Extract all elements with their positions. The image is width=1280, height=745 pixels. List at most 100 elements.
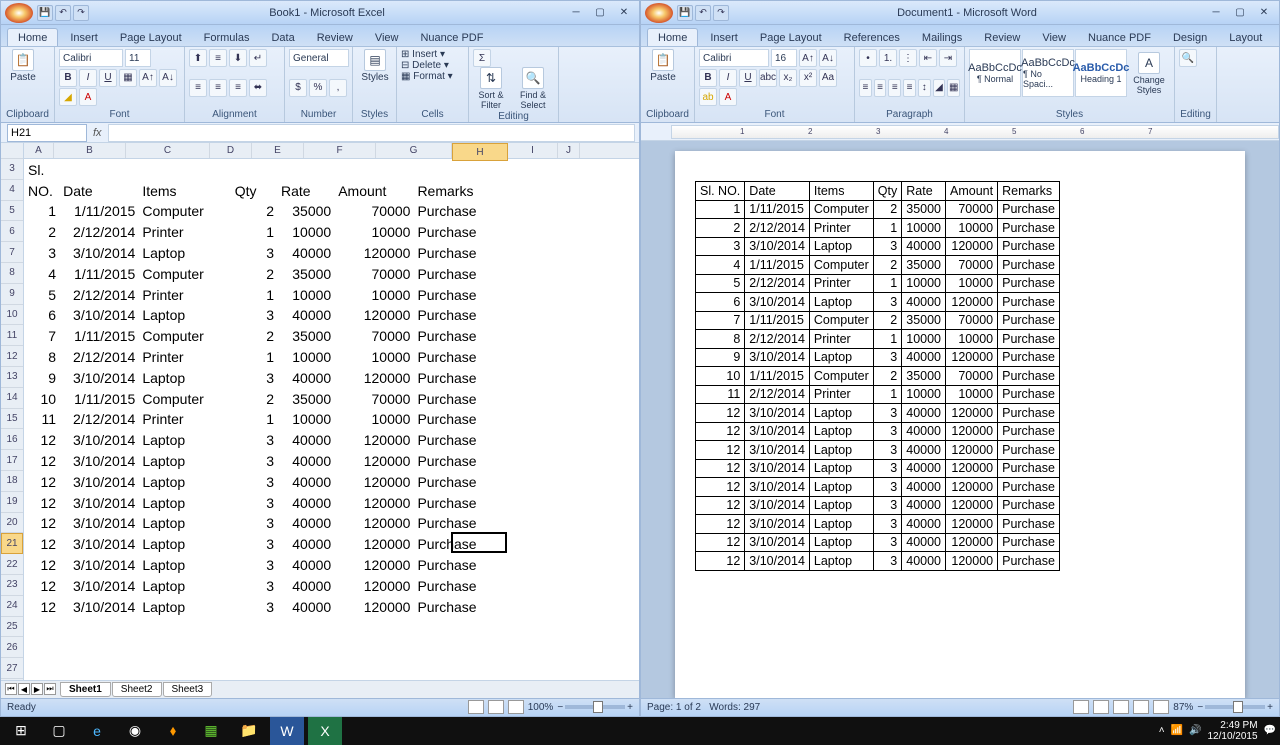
tab-formulas[interactable]: Formulas (194, 29, 260, 46)
word-ruler[interactable]: 1234567 (641, 123, 1279, 141)
increase-indent-button[interactable]: ⇥ (939, 49, 957, 67)
tab-view[interactable]: View (1032, 29, 1076, 46)
tab-home[interactable]: Home (647, 28, 698, 46)
align-middle-button[interactable]: ≡ (209, 49, 227, 67)
task-view-button[interactable]: ▢ (42, 717, 76, 745)
row-header[interactable]: 4 (1, 180, 23, 201)
row-header[interactable]: 12 (1, 346, 23, 367)
fx-icon[interactable]: fx (87, 127, 108, 139)
row-header[interactable]: 11 (1, 325, 23, 346)
maximize-button[interactable]: ▢ (589, 5, 611, 21)
find-button[interactable]: 🔍 (1179, 49, 1197, 67)
italic-button[interactable]: I (79, 69, 97, 87)
tab-layout[interactable]: Layout (1219, 29, 1272, 46)
zoom-in-button[interactable]: + (627, 702, 633, 713)
row-header[interactable]: 7 (1, 242, 23, 263)
tray-up-icon[interactable]: ˄ (1159, 725, 1165, 736)
row-header[interactable]: 17 (1, 450, 23, 471)
row-header[interactable]: 26 (1, 637, 23, 658)
paste-button[interactable]: 📋Paste (5, 49, 41, 83)
tab-nuance-pdf[interactable]: Nuance PDF (1078, 29, 1161, 46)
italic-button[interactable]: I (719, 69, 737, 87)
zoom-in-button[interactable]: + (1267, 702, 1273, 713)
find-select-button[interactable]: 🔍Find & Select (515, 67, 551, 110)
page-layout-view-button[interactable] (488, 700, 504, 714)
highlight-button[interactable]: ab (699, 88, 717, 106)
format-cells-button[interactable]: ▦ Format ▾ (401, 71, 464, 82)
bold-button[interactable]: B (699, 69, 717, 87)
row-header[interactable]: 3 (1, 159, 23, 180)
shrink-font-button[interactable]: A↓ (159, 69, 177, 87)
zoom-slider[interactable] (565, 705, 625, 709)
tab-references[interactable]: References (834, 29, 910, 46)
qat-undo-icon[interactable]: ↶ (55, 5, 71, 21)
paste-button[interactable]: 📋Paste (645, 49, 681, 83)
tab-page-layout[interactable]: Page Layout (110, 29, 192, 46)
font-color-button[interactable]: A (719, 88, 737, 106)
row-header[interactable]: 10 (1, 305, 23, 326)
web-layout-view-button[interactable] (1113, 700, 1129, 714)
row-header[interactable]: 24 (1, 596, 23, 617)
row-header[interactable]: 21 (1, 533, 23, 554)
word-taskbar-icon[interactable]: W (270, 717, 304, 745)
superscript-button[interactable]: x² (799, 69, 817, 87)
align-bottom-button[interactable]: ⬇ (229, 49, 247, 67)
col-header[interactable]: J (558, 143, 580, 158)
underline-button[interactable]: U (739, 69, 757, 87)
row-header[interactable]: 22 (1, 554, 23, 575)
minimize-button[interactable]: ─ (1205, 5, 1227, 21)
zoom-out-button[interactable]: − (557, 702, 563, 713)
borders-button[interactable]: ▦ (947, 79, 960, 97)
formula-bar[interactable] (108, 124, 635, 142)
grow-font-button[interactable]: A↑ (799, 49, 817, 67)
zoom-out-button[interactable]: − (1197, 702, 1203, 713)
app-icon[interactable]: ▦ (194, 717, 228, 745)
fill-color-button[interactable]: ◢ (59, 88, 77, 106)
grow-font-button[interactable]: A↑ (139, 69, 157, 87)
row-header[interactable]: 5 (1, 201, 23, 222)
row-header[interactable]: 23 (1, 575, 23, 596)
word-count[interactable]: Words: 297 (709, 702, 760, 713)
comma-button[interactable]: , (329, 79, 347, 97)
name-box[interactable]: H21 (7, 124, 87, 142)
row-header[interactable]: 9 (1, 284, 23, 305)
bold-button[interactable]: B (59, 69, 77, 87)
sheet-nav-prev[interactable]: ◀ (18, 683, 30, 695)
full-screen-view-button[interactable] (1093, 700, 1109, 714)
row-header[interactable]: 19 (1, 492, 23, 513)
tab-page-layout[interactable]: Page Layout (750, 29, 832, 46)
col-header[interactable]: I (508, 143, 558, 158)
explorer-icon[interactable]: 📁 (232, 717, 266, 745)
close-button[interactable]: ✕ (613, 5, 635, 21)
print-layout-view-button[interactable] (1073, 700, 1089, 714)
col-header[interactable]: F (304, 143, 376, 158)
style-card[interactable]: AaBbCcDc¶ No Spaci... (1022, 49, 1074, 97)
col-header[interactable]: B (54, 143, 126, 158)
row-header[interactable]: 13 (1, 367, 23, 388)
col-header[interactable]: E (252, 143, 304, 158)
font-name-select[interactable]: Calibri (699, 49, 769, 67)
tab-review[interactable]: Review (307, 29, 363, 46)
sort-filter-button[interactable]: ⇅Sort & Filter (473, 67, 509, 110)
underline-button[interactable]: U (99, 69, 117, 87)
col-header[interactable]: D (210, 143, 252, 158)
font-name-select[interactable]: Calibri (59, 49, 123, 67)
qat-undo-icon[interactable]: ↶ (695, 5, 711, 21)
align-right-button[interactable]: ≡ (229, 79, 247, 97)
col-header[interactable]: C (126, 143, 210, 158)
page-status[interactable]: Page: 1 of 2 (647, 702, 701, 713)
qat-save-icon[interactable]: 💾 (677, 5, 693, 21)
sheet-tab[interactable]: Sheet1 (60, 682, 111, 697)
draft-view-button[interactable] (1153, 700, 1169, 714)
tab-insert[interactable]: Insert (60, 29, 108, 46)
line-spacing-button[interactable]: ↕ (918, 79, 931, 97)
word-table[interactable]: Sl. NO.DateItemsQtyRateAmountRemarks11/1… (695, 181, 1060, 571)
cell-styles-button[interactable]: ▤Styles (357, 49, 393, 83)
insert-cells-button[interactable]: ⊞ Insert ▾ (401, 49, 464, 60)
multilevel-button[interactable]: ⋮ (899, 49, 917, 67)
tab-review[interactable]: Review (974, 29, 1030, 46)
bullets-button[interactable]: • (859, 49, 877, 67)
font-color-button[interactable]: A (79, 88, 97, 106)
sheet-tab[interactable]: Sheet3 (163, 682, 213, 697)
tab-nuance-pdf[interactable]: Nuance PDF (410, 29, 493, 46)
